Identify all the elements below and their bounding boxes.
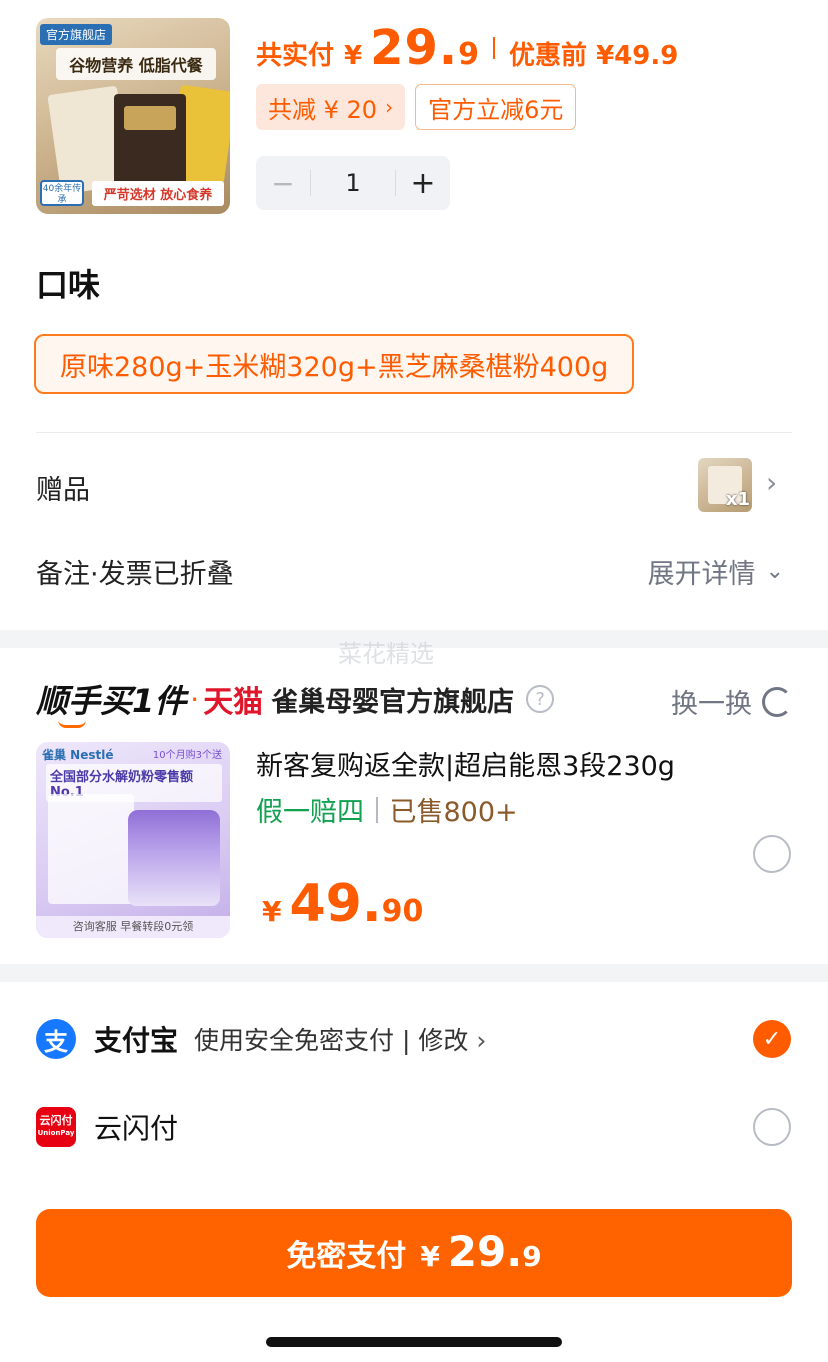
swap-label: 换一换	[671, 689, 752, 720]
quantity-value[interactable]: 1	[311, 169, 395, 197]
original-price: 优惠前 ¥49.9	[509, 41, 679, 71]
formula-can	[128, 810, 220, 906]
watermark-text: 菜花精选	[338, 640, 434, 668]
recommend-select-radio[interactable]	[753, 835, 791, 873]
tmall-logo: 天猫	[203, 685, 264, 720]
price-line: 共实付 ¥ 29. 9 优惠前 ¥49.9	[256, 20, 678, 76]
recommend-product-image[interactable]: 雀巢 Nestlé 10个月购3个送 全国部分水解奶粉零售额No.1 咨询客服 …	[36, 742, 230, 938]
unionpay-icon: 云闪付 UnionPay	[36, 1107, 76, 1147]
expand-details-label: 展开详情	[647, 559, 756, 590]
price-integer: 49.	[289, 874, 382, 934]
pay-button-label: 免密支付	[286, 1239, 407, 1274]
payment-option-unionpay[interactable]: 云闪付 UnionPay 云闪付	[36, 1107, 178, 1147]
expand-details-button[interactable]: 展开详情 ⌄	[648, 552, 784, 591]
home-indicator[interactable]	[266, 1337, 562, 1347]
guarantee-tag: 假一赔四	[256, 797, 364, 828]
flagship-store-tag: 官方旗舰店	[40, 24, 113, 45]
currency-symbol: ¥	[420, 1240, 440, 1273]
buy-one-more-text: 顺手买1件	[36, 682, 187, 720]
alipay-icon: 支	[36, 1019, 76, 1059]
recommend-tags: 假一赔四 已售800+	[256, 790, 518, 829]
flavor-option-selected[interactable]: 原味280g+玉米糊320g+黑芝麻桑椹粉400g	[34, 334, 635, 394]
payment-option-alipay[interactable]: 支 支付宝 使用安全免密支付 | 修改 ›	[36, 1019, 486, 1059]
image-footer: 咨询客服 早餐转段0元领	[36, 916, 230, 938]
price-decimal: 9	[458, 37, 480, 72]
divider	[36, 432, 792, 433]
refresh-icon	[762, 686, 792, 717]
chevron-right-icon[interactable]: ›	[766, 466, 777, 499]
chevron-down-icon: ⌄	[765, 559, 784, 584]
image-steps-panel	[48, 794, 134, 904]
tag-divider	[376, 796, 378, 823]
discount-total-label: 共减 ¥ 20	[268, 95, 378, 124]
alipay-check-radio[interactable]: ✓	[753, 1020, 791, 1058]
alipay-desc[interactable]: 使用安全免密支付 | 修改 ›	[194, 1021, 486, 1057]
gift-count: x1	[725, 489, 750, 510]
price-integer: 29.	[370, 20, 459, 76]
discount-total-button[interactable]: 共减 ¥ 20 ›	[256, 84, 406, 130]
paid-label: 共实付	[256, 41, 335, 71]
swap-button[interactable]: 换一换	[671, 682, 792, 721]
sold-count-tag: 已售800+	[389, 797, 518, 828]
unionpay-icon-text: 云闪付	[39, 1114, 73, 1127]
recommend-price: ¥ 49. 90	[262, 874, 423, 934]
buy-one-more-logo: 顺手买1件	[36, 676, 187, 728]
unionpay-name: 云闪付	[94, 1112, 179, 1145]
help-icon[interactable]: ?	[526, 685, 555, 713]
recommend-header: 顺手买1件 · 天猫 雀巢母婴官方旗舰店 ?	[36, 676, 555, 728]
gift-thumbnail[interactable]: x1	[698, 458, 752, 512]
unionpay-icon-subtext: UnionPay	[37, 1129, 75, 1137]
alipay-name: 支付宝	[94, 1024, 179, 1057]
currency-symbol: ¥	[344, 41, 363, 71]
discount-row: 共减 ¥ 20 › 官方立减6元	[256, 84, 577, 130]
shop-name: 雀巢母婴官方旗舰店	[271, 686, 515, 718]
price-integer: 29.	[447, 1227, 523, 1276]
gift-label: 赠品	[36, 475, 90, 506]
nestle-logo: 雀巢 Nestlé	[42, 748, 114, 762]
official-discount-badge: 官方立减6元	[415, 84, 577, 130]
product-image[interactable]: 官方旗舰店 谷物营养 低脂代餐 40余年传承 严苛选材 放心食养	[36, 18, 230, 214]
header-dot: ·	[190, 682, 200, 716]
price-divider	[493, 37, 496, 59]
image-promo: 10个月购3个送	[152, 750, 222, 761]
pay-button[interactable]: 免密支付 ¥ 29. 9	[36, 1209, 792, 1297]
section-separator	[0, 964, 828, 982]
quantity-stepper: − 1 +	[256, 156, 450, 210]
decrease-button[interactable]: −	[256, 167, 310, 200]
currency-symbol: ¥	[262, 895, 282, 928]
chevron-right-icon: ›	[385, 95, 394, 119]
price-decimal: 9	[522, 1240, 542, 1273]
chevron-right-icon: ›	[476, 1026, 487, 1055]
flavor-title: 口味	[36, 266, 101, 304]
product-image-headline: 谷物营养 低脂代餐	[56, 48, 216, 80]
notes-invoice-label: 备注·发票已折叠	[36, 559, 234, 590]
unionpay-radio[interactable]	[753, 1108, 791, 1146]
heritage-badge: 40余年传承	[40, 180, 84, 206]
alipay-desc-text: 使用安全免密支付 | 修改	[194, 1026, 469, 1055]
smile-icon	[58, 720, 86, 728]
recommend-product-name[interactable]: 新客复购返全款|超启能恩3段230g	[256, 744, 675, 783]
increase-button[interactable]: +	[396, 166, 450, 201]
price-decimal: 90	[381, 894, 424, 929]
product-image-slogan: 严苛选材 放心食养	[92, 181, 224, 206]
